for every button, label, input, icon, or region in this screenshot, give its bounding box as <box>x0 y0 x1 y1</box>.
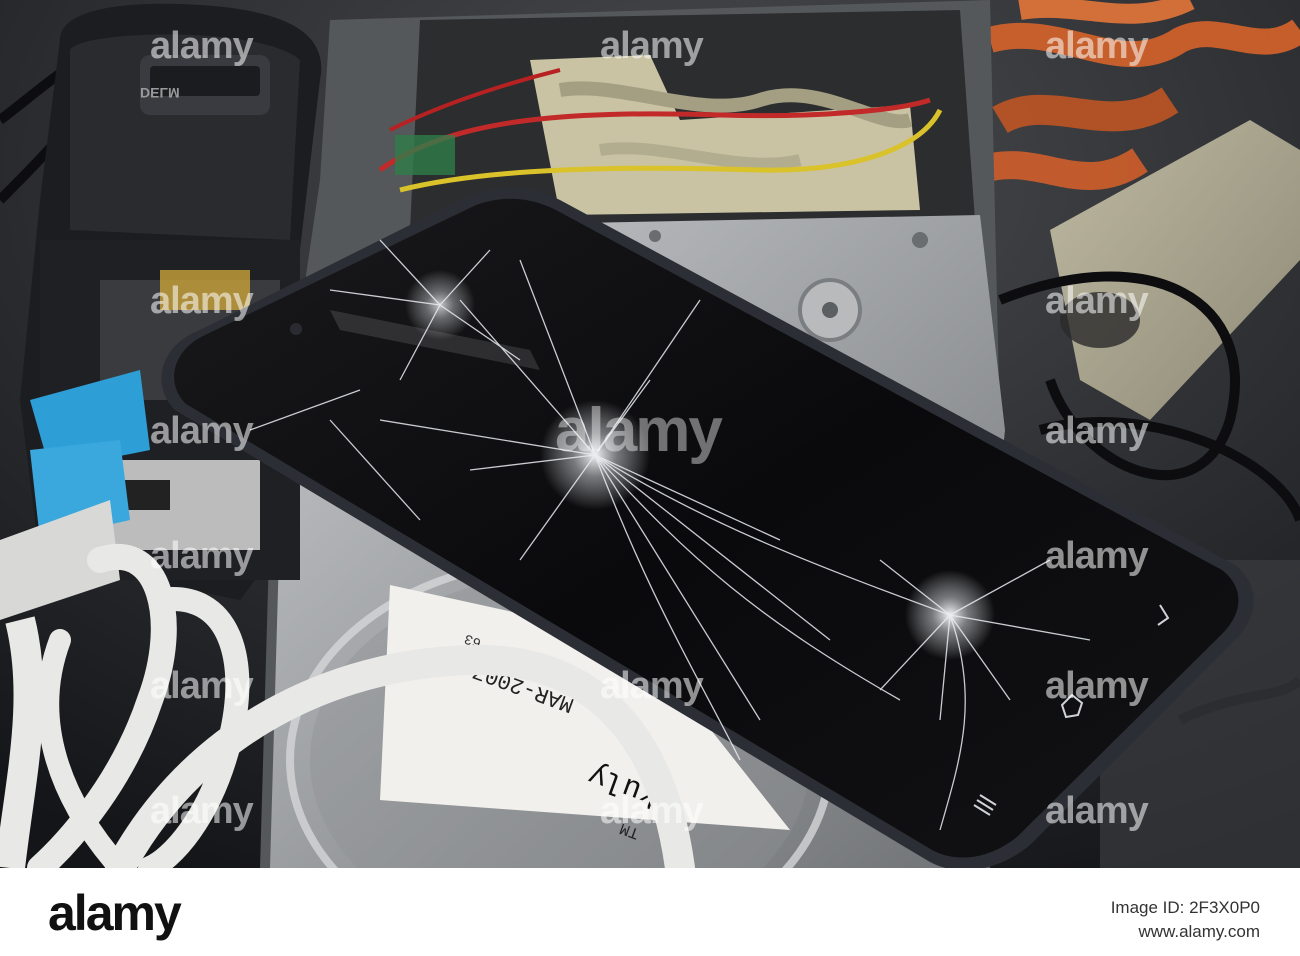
old-phone-label: DELM <box>140 85 180 101</box>
watermark: alamy <box>150 665 254 707</box>
image-meta: Image ID: 2F3X0P0 www.alamy.com <box>1111 896 1260 944</box>
watermark: alamy <box>150 535 254 577</box>
watermark: alamy <box>600 665 704 707</box>
stock-photo: MAR-2007 TM 63 kuly DELM alamy alamy ala… <box>0 0 1300 868</box>
image-id: Image ID: 2F3X0P0 <box>1110 898 1260 917</box>
brand-logo[interactable]: alamy <box>48 884 182 942</box>
watermark: alamy <box>150 25 254 67</box>
site-link[interactable]: www.alamy.com <box>1111 920 1260 944</box>
watermark: alamy <box>1045 535 1149 577</box>
watermark: alamy <box>600 25 704 67</box>
watermark: alamy <box>1045 790 1149 832</box>
watermark: alamy <box>1045 25 1149 67</box>
footer-bar: alamy Image ID: 2F3X0P0 www.alamy.com <box>0 868 1300 956</box>
watermark: alamy <box>1045 280 1149 322</box>
watermark: alamy <box>150 410 254 452</box>
watermark: alamy <box>150 280 254 322</box>
watermark: alamy <box>150 790 254 832</box>
watermark: alamy <box>1045 410 1149 452</box>
watermark-center: alamy <box>555 396 723 465</box>
watermark: alamy <box>600 790 704 832</box>
watermark: alamy <box>1045 665 1149 707</box>
